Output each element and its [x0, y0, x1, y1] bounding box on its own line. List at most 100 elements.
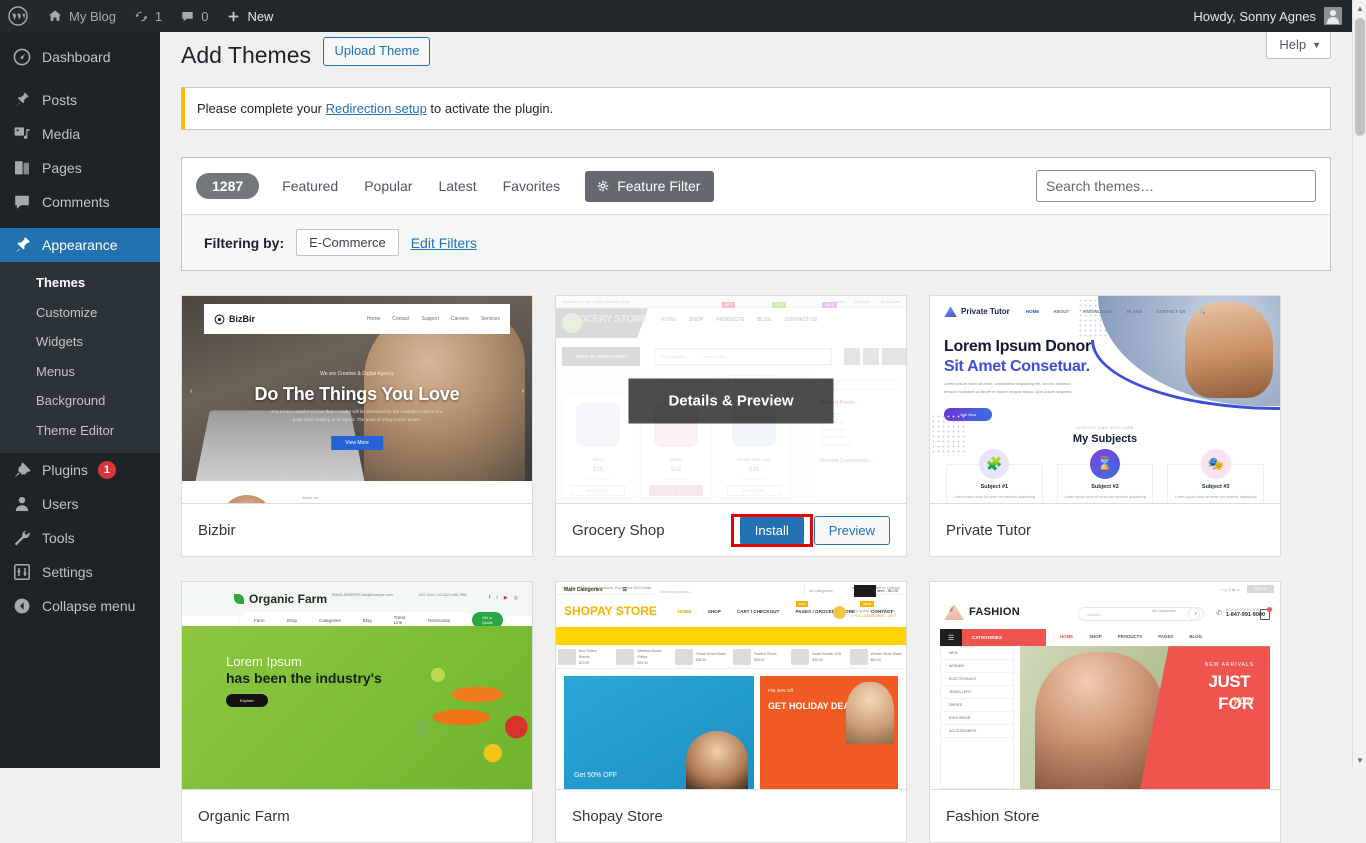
sidebar-item-dashboard[interactable]: Dashboard	[0, 40, 160, 74]
submenu-item-customize[interactable]: Customize	[0, 298, 160, 328]
sidebar-item-settings[interactable]: Settings	[0, 555, 160, 589]
bizbir-logo-icon	[214, 314, 225, 325]
puzzle-icon: 🧩	[979, 449, 1010, 480]
sidebar-item-users[interactable]: Users	[0, 487, 160, 521]
theme-name: Grocery Shop	[572, 521, 665, 539]
help-toggle-button[interactable]: Help ▼	[1266, 32, 1331, 59]
theme-screenshot[interactable]: BizBir Home Contact Support Careers Serv…	[182, 296, 532, 505]
sidebar-item-posts[interactable]: Posts	[0, 83, 160, 117]
subject-desc: Lorem ipsum dolor sit amet con sectetur …	[953, 495, 1036, 503]
theme-search-wrap	[1036, 170, 1316, 203]
plugins-update-badge: 1	[97, 461, 117, 480]
add-to-cart: ADD TO CART	[727, 485, 781, 497]
pages-icon	[15, 161, 29, 175]
tab-latest[interactable]: Latest	[425, 172, 489, 200]
submenu-item-theme-editor[interactable]: Theme Editor	[0, 416, 160, 446]
comments-menu[interactable]: 0	[171, 0, 217, 32]
fashion-logo-text: FASHION	[969, 605, 1020, 618]
sidebar-item-label: Settings	[42, 564, 93, 581]
preview-button[interactable]: Preview	[813, 515, 890, 545]
tutor-logo-text: Private Tutor	[961, 307, 1010, 317]
social-icons: ft ▶ ◎	[488, 595, 518, 602]
theme-screenshot[interactable]: Private Tutor HOME ABOUT KNOWLEDGE PLANS…	[930, 296, 1280, 505]
theme-card-grocery-shop[interactable]: Welcome To Our Online Grocery Store Wish…	[555, 295, 907, 558]
product-name: Beanie	[668, 457, 683, 463]
nav-link: Blog	[362, 617, 372, 623]
appearance-submenu: Themes Customize Widgets Menus Backgroun…	[0, 262, 160, 454]
nav-badge: NEW	[772, 302, 787, 309]
theme-card-private-tutor[interactable]: Private Tutor HOME ABOUT KNOWLEDGE PLANS…	[929, 295, 1281, 558]
tab-featured[interactable]: Featured	[269, 172, 351, 200]
nav-link: Trend Line	[393, 615, 406, 626]
grocery-logo-text: GROCERY STORE	[564, 314, 648, 326]
submenu-item-background[interactable]: Background	[0, 386, 160, 416]
search-input[interactable]	[1036, 170, 1316, 203]
site-name-menu[interactable]: My Blog	[38, 0, 125, 32]
hero-kicker: We are Creative & Digital Agency	[320, 371, 394, 378]
submenu-item-widgets[interactable]: Widgets	[0, 327, 160, 357]
topbar-link: My Account	[879, 299, 900, 305]
theme-screenshot[interactable]: Welcome To Our Online Grocery Store Wish…	[556, 296, 906, 505]
scroll-up-arrow-icon[interactable]: ▲	[1353, 0, 1366, 16]
fashion-logo-icon	[944, 603, 964, 621]
theme-card-shopay-store[interactable]: Get 50% Off On Every Products, Enjoy You…	[555, 581, 907, 843]
theme-name: Fashion Store	[946, 807, 1040, 825]
sidebar-item-media[interactable]: Media	[0, 117, 160, 151]
nav-link: HOME	[1025, 308, 1040, 314]
nav-link: PAGES	[1158, 634, 1174, 640]
wordpress-logo-menu[interactable]	[0, 0, 38, 32]
submenu-item-menus[interactable]: Menus	[0, 357, 160, 387]
shopay-logo-1: SHOPAY	[564, 604, 613, 619]
sidebar-item-appearance[interactable]: Appearance	[0, 228, 168, 262]
tab-favorites[interactable]: Favorites	[490, 172, 574, 200]
theme-screenshot[interactable]: f t g ◎ ▶ in Sign In FASHION Search... A…	[930, 582, 1280, 791]
sidebar-item-collapse-menu[interactable]: Collapse menu	[0, 589, 160, 623]
sidebar-item-plugins[interactable]: Plugins 1	[0, 453, 160, 487]
scrollbar-thumb[interactable]	[1355, 18, 1365, 136]
new-label: New	[247, 8, 274, 24]
feature-filter-button[interactable]: Feature Filter	[585, 170, 715, 202]
nav-link: Contact	[392, 316, 410, 323]
theme-card-footer: Grocery Shop Install Preview	[556, 504, 906, 556]
updates-menu[interactable]: 1	[125, 0, 171, 32]
product-wishlist: Add to Wishlist	[664, 477, 688, 482]
side-category: WOMEN	[941, 660, 1013, 674]
nav-link: CART / CHECKOUT	[736, 609, 780, 615]
new-content-menu[interactable]: New	[217, 0, 282, 32]
wordpress-logo-icon	[8, 6, 28, 26]
upload-theme-button[interactable]: Upload Theme	[323, 36, 431, 67]
hero-kicker: NEW ARRIVALS	[1204, 662, 1254, 669]
my-account-menu[interactable]: Howdy, Sonny Agnes	[1193, 7, 1352, 25]
side-category: SHOES	[941, 699, 1013, 713]
hero-title-line2: Sit Amet Consetuar.	[944, 358, 1090, 376]
theme-preview-organic-farm: Organic Farm EMAIL ADDRESS info@example.…	[182, 582, 532, 790]
main-content: Help ▼ Add Themes Upload Theme Please co…	[160, 32, 1352, 843]
bizbir-logo-text: BizBir	[229, 314, 256, 325]
submenu-item-themes[interactable]: Themes	[0, 268, 160, 298]
nav-link: CONTACT US	[784, 317, 818, 324]
sidebar-item-label: Plugins	[42, 462, 88, 479]
sidebar-item-tools[interactable]: Tools	[0, 521, 160, 555]
pin-icon	[15, 92, 29, 107]
page-scrollbar[interactable]: ▲ ▼	[1352, 0, 1366, 768]
tab-popular[interactable]: Popular	[351, 172, 425, 200]
sidebar-item-comments[interactable]: Comments	[0, 185, 160, 219]
sidebar-item-pages[interactable]: Pages	[0, 151, 160, 185]
theme-screenshot[interactable]: Organic Farm EMAIL ADDRESS info@example.…	[182, 582, 532, 791]
scroll-down-arrow-icon[interactable]: ▼	[1353, 752, 1366, 768]
edit-filters-link[interactable]: Edit Filters	[411, 235, 477, 251]
nav-link: BLOG	[757, 317, 772, 324]
theme-card-fashion-store[interactable]: f t g ◎ ▶ in Sign In FASHION Search... A…	[929, 581, 1281, 843]
theme-card-organic-farm[interactable]: Organic Farm EMAIL ADDRESS info@example.…	[181, 581, 533, 843]
details-and-preview-button[interactable]: Details & Preview	[628, 378, 834, 424]
hero-line1: Lorem Ipsum	[226, 654, 302, 670]
active-filters-row: Filtering by: E-Commerce Edit Filters	[182, 214, 1330, 271]
home-icon	[49, 10, 61, 21]
theme-card-footer: Organic Farm	[182, 790, 532, 842]
leaf-icon	[234, 594, 244, 605]
nav-link: CONTACT US	[1156, 308, 1186, 314]
redirection-setup-link[interactable]: Redirection setup	[326, 101, 427, 116]
theme-screenshot[interactable]: Get 50% Off On Every Products, Enjoy You…	[556, 582, 906, 791]
theme-card-bizbir[interactable]: BizBir Home Contact Support Careers Serv…	[181, 295, 533, 558]
install-button[interactable]: Install	[739, 515, 804, 545]
